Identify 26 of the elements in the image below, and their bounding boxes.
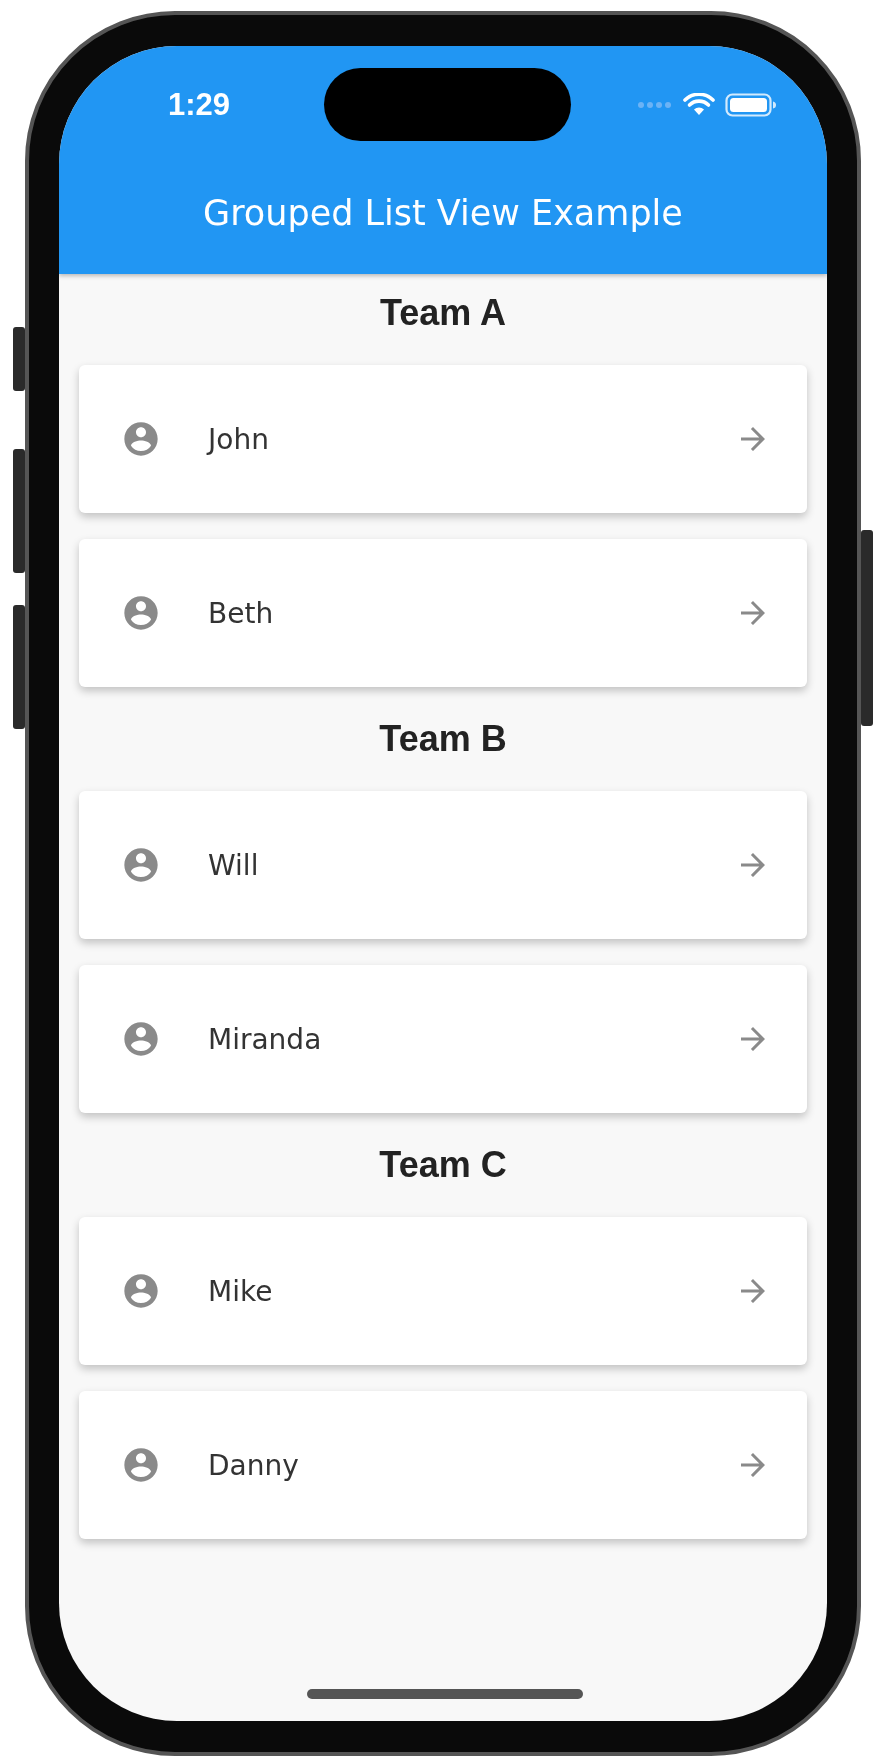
person-icon <box>121 1019 161 1059</box>
person-icon <box>121 1271 161 1311</box>
person-icon <box>121 1445 161 1485</box>
app-bar-title: Grouped List View Example <box>202 192 684 235</box>
person-icon <box>121 419 161 459</box>
member-name: Will <box>208 848 259 882</box>
signal-icon <box>637 101 673 109</box>
member-name: Miranda <box>208 1022 322 1056</box>
list-item[interactable]: Danny <box>79 1391 807 1539</box>
group-header: Team A <box>378 291 507 335</box>
group-header: Team C <box>378 1143 508 1187</box>
member-name: Danny <box>208 1448 299 1482</box>
list-item[interactable]: John <box>79 365 807 513</box>
list-item[interactable]: Will <box>79 791 807 939</box>
group-header: Team B <box>378 717 508 761</box>
member-name: John <box>208 422 269 456</box>
list-item[interactable]: Mike <box>79 1217 807 1365</box>
battery-icon <box>725 92 777 118</box>
status-time: 1:29 <box>168 87 231 123</box>
person-icon <box>121 845 161 885</box>
member-name: Beth <box>208 596 274 630</box>
list-item[interactable]: Miranda <box>79 965 807 1113</box>
member-name: Mike <box>208 1274 273 1308</box>
wifi-icon <box>683 93 715 117</box>
list-item[interactable]: Beth <box>79 539 807 687</box>
person-icon <box>121 593 161 633</box>
